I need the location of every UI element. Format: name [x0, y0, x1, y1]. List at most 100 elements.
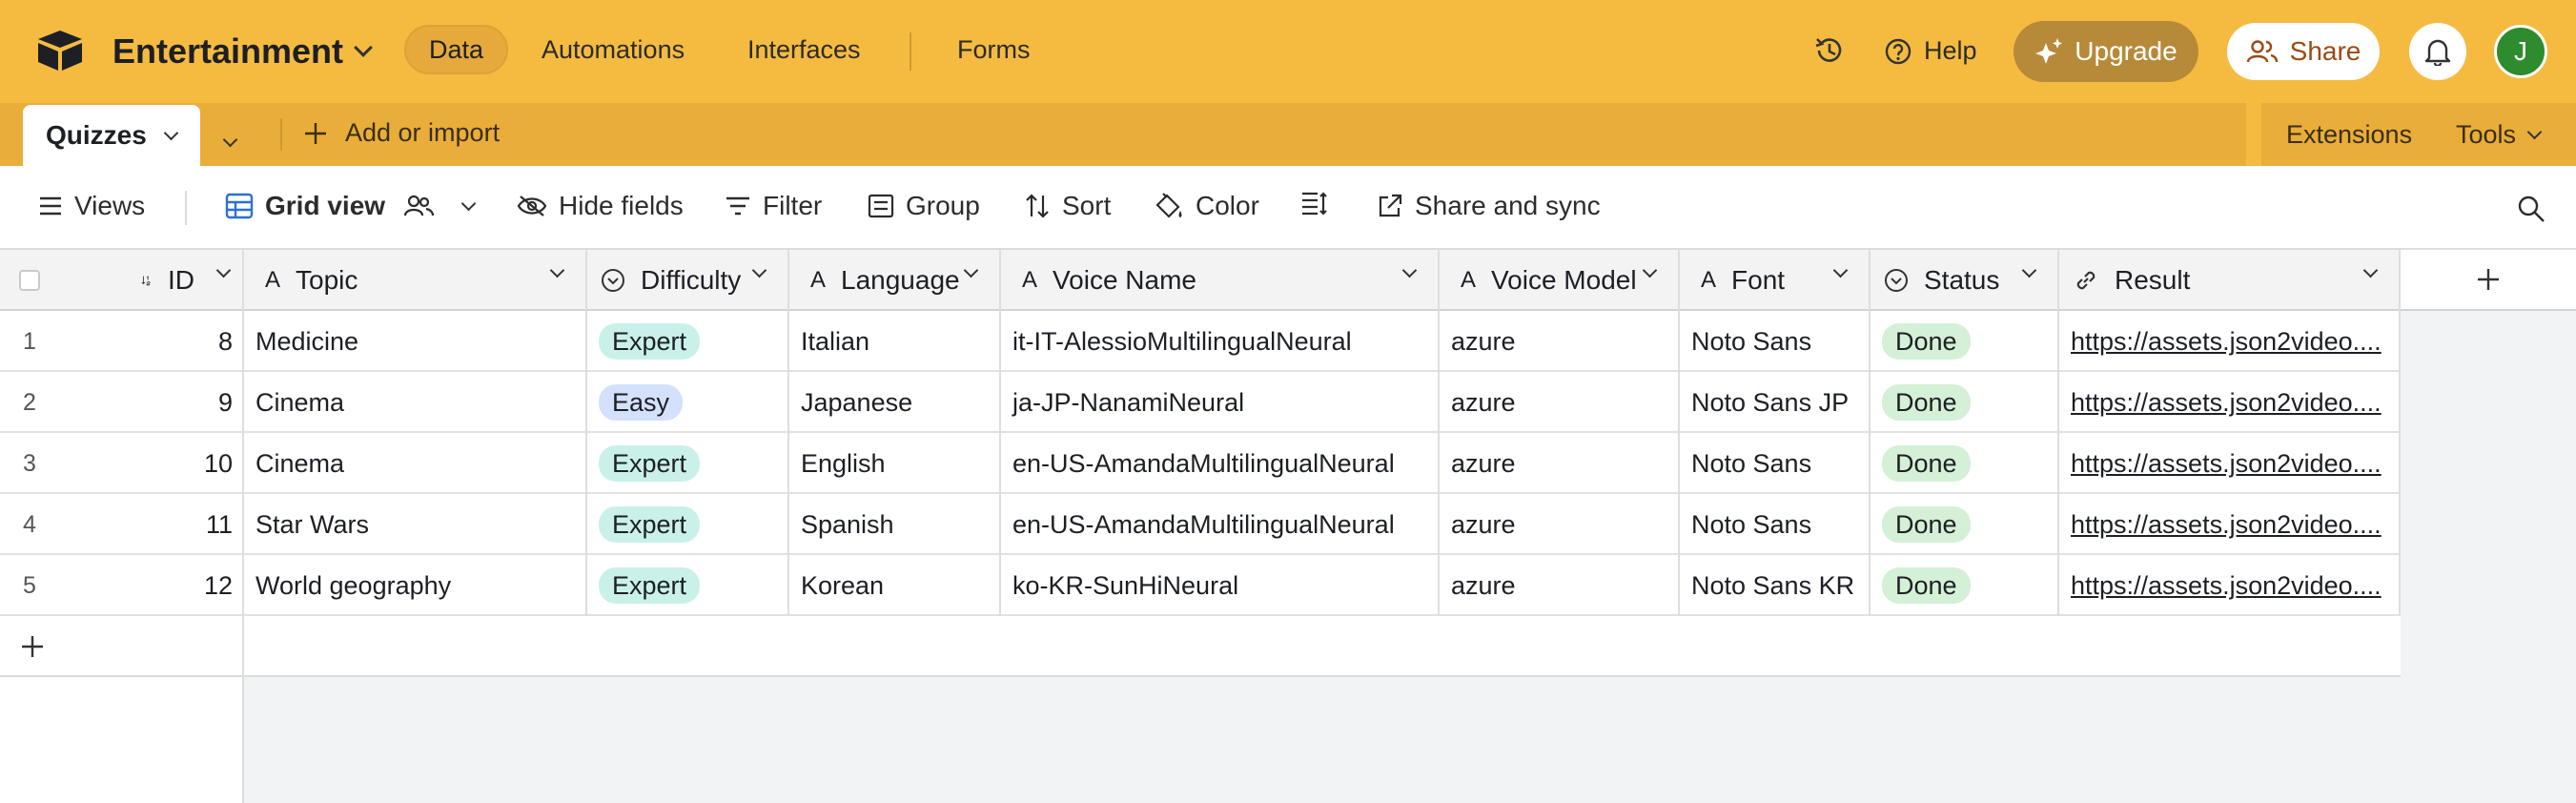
cell-status[interactable]: Done [1871, 555, 2059, 616]
cell-status[interactable]: Done [1871, 311, 2059, 372]
grid-view-button[interactable]: Grid view [225, 191, 477, 221]
column-header-voice-name[interactable]: A Voice Name [1001, 250, 1440, 311]
cell-id[interactable]: 11 [128, 494, 244, 555]
cell-topic[interactable]: Cinema [244, 372, 587, 433]
nav-tab-interfaces[interactable]: Interfaces [725, 25, 884, 74]
result-link[interactable]: https://assets.json2video.... [2071, 388, 2382, 418]
cell-voice-model[interactable]: azure [1440, 433, 1680, 494]
add-record-row[interactable] [0, 616, 2401, 677]
table-row[interactable]: 4 11 Star Wars Expert Spanish en-US-AmandaMul… [0, 494, 2401, 555]
select-all-checkbox[interactable] [19, 270, 40, 291]
row-number[interactable]: 3 [0, 433, 128, 494]
share-button[interactable]: Share [2227, 23, 2380, 80]
cell-language[interactable]: Spanish [789, 494, 1001, 555]
cell-topic[interactable]: World geography [244, 555, 587, 616]
user-avatar[interactable]: J [2494, 25, 2547, 78]
add-or-import-button[interactable]: Add or import [303, 118, 500, 148]
cell-font[interactable]: Noto Sans [1680, 311, 1871, 372]
cell-result[interactable]: https://assets.json2video.... [2059, 555, 2401, 616]
cell-voice-model[interactable]: azure [1440, 372, 1680, 433]
result-link[interactable]: https://assets.json2video.... [2071, 571, 2382, 601]
table-row[interactable]: 1 8 Medicine Expert Italian it-IT-AlessioMult… [0, 311, 2401, 372]
help-button[interactable]: Help [1884, 36, 1977, 66]
history-icon[interactable] [1813, 34, 1846, 67]
cell-difficulty[interactable]: Easy [587, 372, 789, 433]
cell-voice-name[interactable]: ja-JP-NanamiNeural [1001, 372, 1440, 433]
base-logo-icon[interactable] [36, 29, 84, 72]
cell-status[interactable]: Done [1871, 433, 2059, 494]
cell-id[interactable]: 12 [128, 555, 244, 616]
cell-difficulty[interactable]: Expert [587, 494, 789, 555]
result-link[interactable]: https://assets.json2video.... [2071, 510, 2382, 540]
views-button[interactable]: Views [38, 191, 145, 221]
extensions-button[interactable]: Extensions [2286, 120, 2412, 150]
tools-button[interactable]: Tools [2456, 120, 2543, 150]
cell-language[interactable]: Japanese [789, 372, 1001, 433]
filter-button[interactable]: Filter [725, 191, 822, 221]
cell-voice-model[interactable]: azure [1440, 311, 1680, 372]
cell-voice-name[interactable]: it-IT-AlessioMultilingualNeural [1001, 311, 1440, 372]
cell-voice-name[interactable]: en-US-AmandaMultilingualNeural [1001, 433, 1440, 494]
column-header-id[interactable]: ID [128, 250, 244, 311]
cell-id[interactable]: 8 [128, 311, 244, 372]
row-number[interactable]: 4 [0, 494, 128, 555]
notifications-button[interactable] [2409, 23, 2466, 80]
row-number[interactable]: 2 [0, 372, 128, 433]
color-button[interactable]: Color [1154, 191, 1259, 221]
column-header-font[interactable]: A Font [1680, 250, 1871, 311]
table-tab-quizzes[interactable]: Quizzes [23, 105, 200, 166]
cell-font[interactable]: Noto Sans [1680, 494, 1871, 555]
nav-tab-automations[interactable]: Automations [519, 25, 707, 74]
column-header-language[interactable]: A Language [789, 250, 1001, 311]
cell-font[interactable]: Noto Sans KR [1680, 555, 1871, 616]
cell-topic[interactable]: Medicine [244, 311, 587, 372]
all-tables-dropdown[interactable] [222, 122, 238, 152]
cell-id[interactable]: 10 [128, 433, 244, 494]
nav-tab-data[interactable]: Data [404, 25, 509, 74]
cell-font[interactable]: Noto Sans [1680, 433, 1871, 494]
sort-button[interactable]: Sort [1024, 191, 1111, 221]
cell-topic[interactable]: Cinema [244, 433, 587, 494]
cell-difficulty[interactable]: Expert [587, 555, 789, 616]
cell-difficulty[interactable]: Expert [587, 311, 789, 372]
cell-font[interactable]: Noto Sans JP [1680, 372, 1871, 433]
cell-language[interactable]: Korean [789, 555, 1001, 616]
table-row[interactable]: 3 10 Cinema Expert English en-US-AmandaMultil… [0, 433, 2401, 494]
cell-result[interactable]: https://assets.json2video.... [2059, 311, 2401, 372]
cell-result[interactable]: https://assets.json2video.... [2059, 433, 2401, 494]
row-number[interactable]: 5 [0, 555, 128, 616]
cell-topic[interactable]: Star Wars [244, 494, 587, 555]
upgrade-button[interactable]: Upgrade [2014, 21, 2198, 82]
result-link[interactable]: https://assets.json2video.... [2071, 327, 2382, 357]
column-header-difficulty[interactable]: Difficulty [587, 250, 789, 311]
column-header-status[interactable]: Status [1871, 250, 2059, 311]
cell-voice-name[interactable]: en-US-AmandaMultilingualNeural [1001, 494, 1440, 555]
cell-difficulty[interactable]: Expert [587, 433, 789, 494]
cell-id[interactable]: 9 [128, 372, 244, 433]
cell-status[interactable]: Done [1871, 372, 2059, 433]
cell-language[interactable]: English [789, 433, 1001, 494]
base-name-dropdown[interactable]: Entertainment [112, 31, 373, 72]
cell-voice-name[interactable]: ko-KR-SunHiNeural [1001, 555, 1440, 616]
column-header-topic[interactable]: A Topic [244, 250, 587, 311]
table-row[interactable]: 2 9 Cinema Easy Japanese ja-JP-NanamiNeural az… [0, 372, 2401, 433]
share-and-sync-label: Share and sync [1415, 191, 1601, 220]
column-header-voice-model[interactable]: A Voice Model [1440, 250, 1680, 311]
table-row[interactable]: 5 12 World geography Expert Korean ko-KR-SunH… [0, 555, 2401, 616]
search-icon[interactable] [2517, 195, 2545, 223]
hide-fields-button[interactable]: Hide fields [517, 191, 684, 221]
column-header-result[interactable]: Result [2059, 250, 2401, 311]
cell-result[interactable]: https://assets.json2video.... [2059, 372, 2401, 433]
nav-tab-forms[interactable]: Forms [934, 25, 1053, 74]
share-and-sync-button[interactable]: Share and sync [1377, 191, 1601, 221]
group-button[interactable]: Group [868, 191, 980, 221]
cell-status[interactable]: Done [1871, 494, 2059, 555]
add-field-button[interactable] [2401, 250, 2576, 311]
cell-voice-model[interactable]: azure [1440, 555, 1680, 616]
cell-language[interactable]: Italian [789, 311, 1001, 372]
row-height-button[interactable] [1300, 191, 1329, 216]
result-link[interactable]: https://assets.json2video.... [2071, 449, 2382, 479]
cell-result[interactable]: https://assets.json2video.... [2059, 494, 2401, 555]
row-number[interactable]: 1 [0, 311, 128, 372]
cell-voice-model[interactable]: azure [1440, 494, 1680, 555]
